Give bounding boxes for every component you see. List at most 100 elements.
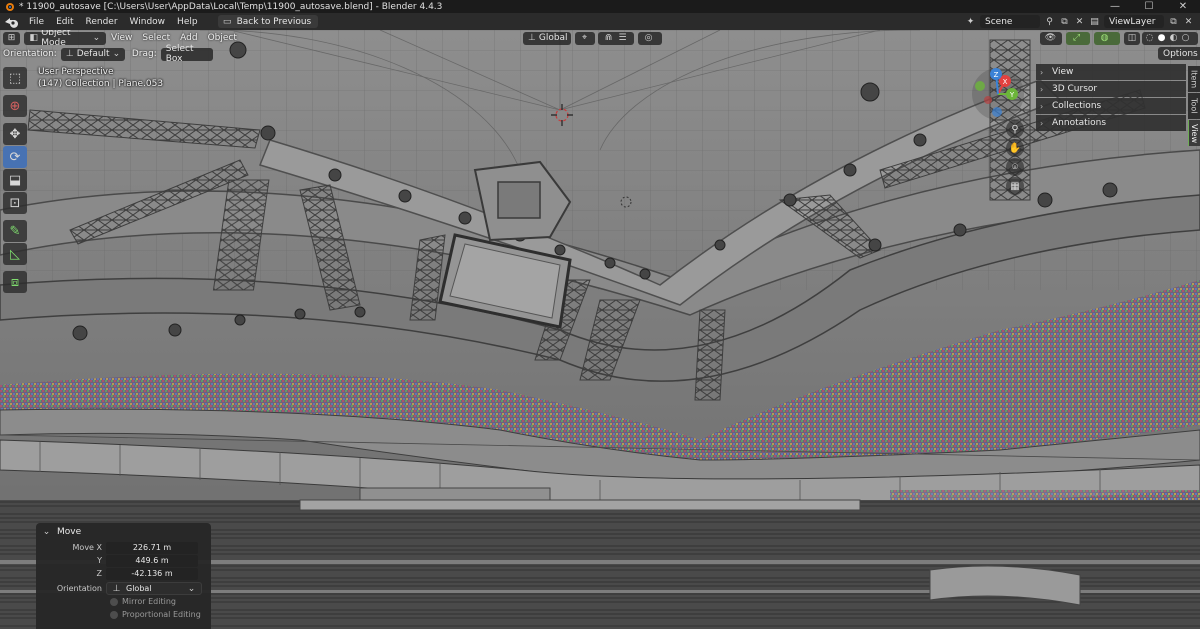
close-button[interactable]: ✕ [1166,0,1200,13]
viewport-menu-add[interactable]: Add [175,33,202,43]
move-tool[interactable]: ✥ [3,123,27,145]
cursor-tool[interactable]: ⊕ [3,95,27,117]
transform-orientation-selector[interactable]: ⊥ Global [523,31,571,45]
mirror-editing-radio[interactable] [110,597,118,606]
panel-annotations[interactable]: › Annotations [1036,115,1186,131]
editor-type-icon: ⊞ [7,33,16,43]
tab-view[interactable]: View [1188,120,1200,146]
menu-edit[interactable]: Edit [50,13,79,30]
orientation-default-selector[interactable]: ⊥ Default ⌄ [60,47,125,61]
chevron-down-icon: ⌄ [92,33,101,43]
drag-select-box-selector[interactable]: Select Box [160,44,213,64]
proportional-editing-radio[interactable] [110,610,118,619]
rotate-tool[interactable]: ⟳ [3,146,27,168]
orientation-default-value: Default [76,49,110,59]
sidebar-tabs: Item Tool View [1188,66,1200,147]
minimize-button[interactable]: — [1098,0,1132,13]
viewport-menu-object[interactable]: Object [203,33,242,43]
gizmo-neg-y[interactable] [975,81,985,91]
panel-collections[interactable]: › Collections [1036,98,1186,114]
camera-view-icon[interactable]: ⌾ [1006,158,1024,176]
view-layer-name: ViewLayer [1109,16,1156,27]
viewport-menu-view[interactable]: View [106,33,137,43]
scene-icon[interactable]: ✦ [965,16,976,27]
tab-view-label: View [1190,123,1199,143]
viewport-menu-select[interactable]: Select [137,33,175,43]
object-mode-icon: ◧ [29,33,38,43]
mode-selector[interactable]: ◧ Object Mode ⌄ [24,30,106,48]
tab-item[interactable]: Item [1188,66,1200,92]
rotate-icon: ⟳ [9,149,21,165]
orientation-label: Orientation: [3,49,57,59]
solid-shading-icon[interactable]: ● [1156,33,1167,44]
gizmo-y-label: Y [1009,91,1015,99]
menu-file[interactable]: File [23,13,50,30]
transform-tool[interactable]: ⊡ [3,192,27,214]
adjust-last-operation-panel: ⌄ Move Move X 226.71 m Y 449.6 m Z -42.1… [36,523,211,629]
pin-icon[interactable]: ⚲ [1044,16,1055,27]
editor-type-selector[interactable]: ⊞ [3,31,20,45]
xray-icon: ◫ [1127,33,1137,43]
menu-help[interactable]: Help [171,13,204,30]
zoom-icon[interactable]: ⚲ [1006,120,1024,138]
chevron-down-icon: ⌄ [42,527,51,537]
mirror-editing-checkbox[interactable]: Mirror Editing [110,595,211,608]
options-button[interactable]: Options [1158,47,1200,60]
object-visibility-toggle[interactable]: 👁 [1040,31,1062,45]
add-cube-tool[interactable]: ⧈ [3,271,27,293]
move-z-field[interactable]: -42.136 m [106,567,198,580]
pencil-icon: ✎ [9,223,21,239]
operator-panel-header[interactable]: ⌄ Move [36,523,211,541]
snap-target-icon: ☰ [618,33,627,43]
shading-mode-selector[interactable]: ◌ ● ◐ ○ [1142,31,1198,45]
move-x-row: Move X 226.71 m [36,541,211,554]
operator-title: Move [57,527,82,537]
pivot-point-selector[interactable]: ⌖ [575,31,595,45]
panel-3d-cursor[interactable]: › 3D Cursor [1036,81,1186,97]
new-view-layer-icon[interactable]: ⧉ [1168,16,1179,27]
gizmo-toggle[interactable]: ⤢ [1066,31,1090,45]
move-x-field[interactable]: 226.71 m [106,541,198,554]
perspective-grid-icon[interactable]: ▦ [1006,177,1024,195]
scene-selector[interactable]: Scene [980,15,1040,28]
remove-view-layer-icon[interactable]: ✕ [1183,16,1194,27]
pan-hand-icon[interactable]: ✋ [1006,139,1024,157]
select-box-tool[interactable]: ⬚ [3,67,27,89]
transform-orientation-label: Global [538,33,568,43]
gizmo-icon: ⤢ [1072,33,1081,43]
eye-icon: 👁 [1044,33,1057,43]
snap-toggle[interactable]: ⋒ ☰ [598,31,634,45]
panel-annotations-label: Annotations [1052,118,1107,128]
drag-label: Drag: [131,49,157,59]
material-shading-icon[interactable]: ◐ [1168,33,1179,44]
remove-scene-icon[interactable]: ✕ [1074,16,1085,27]
annotate-tool[interactable]: ✎ [3,220,27,242]
new-scene-icon[interactable]: ⧉ [1059,16,1070,27]
rendered-shading-icon[interactable]: ○ [1180,33,1191,44]
scale-tool[interactable]: ⬓ [3,169,27,191]
gizmo-neg-z[interactable] [992,107,1002,117]
viewport-info-overlay: User Perspective (147) Collection | Plan… [38,66,163,90]
panel-view[interactable]: › View [1036,64,1186,80]
tab-tool[interactable]: Tool [1188,93,1200,119]
3d-viewport[interactable]: ⊞ ◧ Object Mode ⌄ View Select Add Object… [0,30,1200,629]
menu-render[interactable]: Render [80,13,124,30]
wireframe-shading-icon[interactable]: ◌ [1144,33,1155,44]
back-to-previous-button[interactable]: ▭ Back to Previous [217,15,319,28]
overlays-toggle[interactable]: ◍ [1094,31,1120,45]
navigation-gizmo[interactable]: X Y Z [970,66,1026,122]
operator-orientation-selector[interactable]: ⊥ Global ⌄ [106,582,202,595]
menu-window[interactable]: Window [124,13,172,30]
proportional-editing-checkbox[interactable]: Proportional Editing [110,608,211,621]
maximize-button[interactable]: ☐ [1132,0,1166,13]
measure-tool[interactable]: ◺ [3,243,27,265]
proportional-edit-toggle[interactable]: ◎ [638,31,662,45]
view-layer-icon[interactable]: ▤ [1089,16,1100,27]
gizmo-neg-x[interactable] [984,96,992,104]
xray-toggle[interactable]: ◫ [1124,31,1140,45]
overlays-icon: ◍ [1100,33,1109,43]
blender-menu-icon[interactable] [4,16,18,28]
move-y-field[interactable]: 449.6 m [106,554,198,567]
view-layer-selector[interactable]: ViewLayer [1104,15,1164,28]
snap-icon: ⋒ [604,33,613,43]
